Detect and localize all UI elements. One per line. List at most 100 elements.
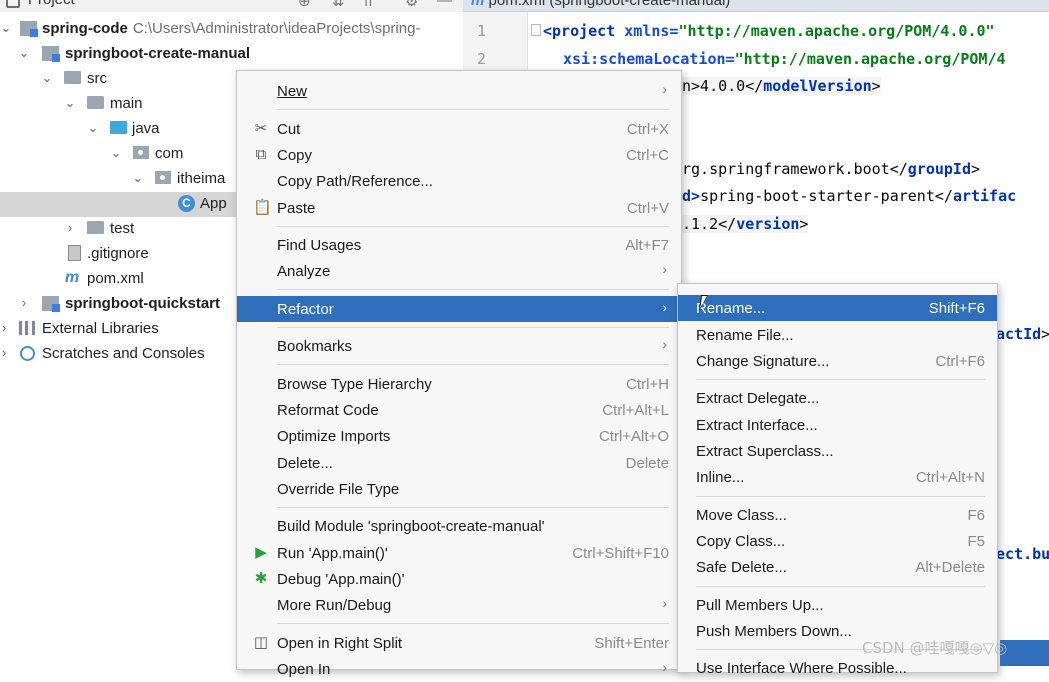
- chevron-right-icon: ›: [662, 659, 667, 675]
- editor-tab-pom[interactable]: m pom.xml (springboot-create-manual): [471, 0, 730, 9]
- menu-item-bookmarks[interactable]: Bookmarks ›: [237, 333, 681, 359]
- gitignore-label: .gitignore: [87, 245, 149, 262]
- menu-item-find-usages[interactable]: Find Usages Alt+F7: [237, 232, 681, 258]
- src-label: src: [87, 70, 107, 87]
- menu-item-analyze[interactable]: Analyze ›: [237, 258, 681, 284]
- module-icon: [42, 46, 60, 62]
- chevron-down-icon[interactable]: ⌄: [41, 70, 53, 86]
- submenu-item-extract-interface[interactable]: Extract Interface...: [678, 412, 997, 438]
- menu-item-delete[interactable]: Delete... Delete: [237, 450, 681, 476]
- collapse-all-icon[interactable]: ⇈: [362, 0, 375, 10]
- code-line-5: d>spring-boot-starter-parent</artifac: [682, 187, 1017, 205]
- menu-item-refactor[interactable]: Refactor ›: [237, 296, 681, 322]
- submenu-item-pull-members-up[interactable]: Pull Members Up...: [678, 592, 997, 618]
- submenu-item-copy-class[interactable]: Copy Class... F5: [678, 528, 997, 554]
- line-number: 2: [477, 50, 487, 68]
- menu-separator: [696, 379, 985, 380]
- code-line-8: ect.bu: [996, 545, 1049, 563]
- chevron-down-icon[interactable]: ⌄: [18, 45, 30, 61]
- menu-item-debug[interactable]: ✱ Debug 'App.main()': [237, 566, 681, 592]
- refactor-submenu[interactable]: Rename... Shift+F6 Rename File... Change…: [677, 283, 998, 677]
- folder-icon: [87, 96, 104, 109]
- pom-label: pom.xml: [87, 270, 144, 287]
- chevron-down-icon[interactable]: ⌄: [0, 20, 12, 36]
- file-icon: [68, 245, 81, 261]
- root-name: spring-code: [42, 20, 128, 37]
- maven-icon: m: [65, 269, 80, 286]
- menu-item-copy[interactable]: ⧉ Copy Ctrl+C: [237, 142, 681, 168]
- chevron-right-icon[interactable]: ›: [64, 220, 76, 235]
- menu-item-new[interactable]: New ›: [237, 78, 681, 104]
- gear-icon[interactable]: ⚙: [405, 0, 418, 10]
- menu-item-paste[interactable]: 📋 Paste Ctrl+V: [237, 195, 681, 221]
- submenu-item-rename[interactable]: Rename... Shift+F6: [678, 295, 997, 321]
- code-line-3: n>4.0.0</modelVersion>: [682, 77, 881, 95]
- chevron-right-icon: ›: [662, 81, 667, 97]
- chevron-right-icon: ›: [662, 261, 667, 277]
- chevron-right-icon: ›: [662, 336, 667, 352]
- menu-item-override-file-type[interactable]: Override File Type: [237, 476, 681, 502]
- submenu-item-extract-delegate[interactable]: Extract Delegate...: [678, 385, 997, 411]
- menu-separator: [277, 109, 669, 110]
- chevron-right-icon: ›: [662, 595, 667, 611]
- menu-item-build-module[interactable]: Build Module 'springboot-create-manual': [237, 513, 681, 539]
- clipboard-icon: 📋: [253, 199, 272, 216]
- class-icon: C: [178, 195, 195, 212]
- code-line-6: .1.2</version>: [682, 215, 809, 233]
- menu-item-open-in[interactable]: Open In ›: [237, 656, 681, 682]
- app-label: App: [200, 195, 227, 212]
- chevron-right-icon[interactable]: ›: [18, 295, 30, 310]
- menu-separator: [277, 226, 669, 227]
- submenu-item-use-interface[interactable]: Use Interface Where Possible...: [678, 655, 997, 681]
- tree-node-root[interactable]: ⌄ spring-code C:\Users\Administrator\idea…: [0, 17, 463, 42]
- menu-separator: [277, 507, 669, 508]
- module-name: springboot-create-manual: [65, 45, 251, 62]
- chevron-down-icon[interactable]: ⌄: [87, 120, 99, 136]
- line-number: 1: [477, 22, 487, 40]
- submenu-item-change-signature[interactable]: Change Signature... Ctrl+F6: [678, 348, 997, 374]
- status-highlight: [1000, 640, 1049, 666]
- menu-item-cut[interactable]: ✂ Cut Ctrl+X: [237, 116, 681, 142]
- menu-item-more-run-debug[interactable]: More Run/Debug ›: [237, 592, 681, 618]
- fold-marker-icon[interactable]: [531, 24, 541, 36]
- menu-item-optimize-imports[interactable]: Optimize Imports Ctrl+Alt+O: [237, 423, 681, 449]
- debug-bug-icon: ✱: [254, 570, 268, 587]
- minimize-icon[interactable]: —: [437, 0, 452, 9]
- chevron-down-icon[interactable]: ⌄: [132, 170, 144, 186]
- context-menu[interactable]: New › ✂ Cut Ctrl+X ⧉ Copy Ctrl+C Copy Pa…: [236, 70, 682, 678]
- project-icon: [6, 0, 20, 8]
- project-tool-label[interactable]: Project: [28, 0, 75, 8]
- menu-item-open-right-split[interactable]: ◫ Open in Right Split Shift+Enter: [237, 630, 681, 656]
- submenu-item-safe-delete[interactable]: Safe Delete... Alt+Delete: [678, 554, 997, 580]
- submenu-item-move-class[interactable]: Move Class... F6: [678, 502, 997, 528]
- code-line-2: xsi:schemaLocation="http://maven.apache.…: [563, 50, 1006, 68]
- submenu-item-inline[interactable]: Inline... Ctrl+Alt+N: [678, 464, 997, 490]
- split-icon: ◫: [253, 634, 269, 651]
- folder-icon: [87, 221, 104, 234]
- root-path: C:\Users\Administrator\ideaProjects\spri…: [132, 20, 421, 37]
- chevron-right-icon[interactable]: ›: [0, 345, 10, 360]
- submenu-item-extract-superclass[interactable]: Extract Superclass...: [678, 438, 997, 464]
- menu-item-run[interactable]: ▶ Run 'App.main()' Ctrl+Shift+F10: [237, 540, 681, 566]
- quickstart-label: springboot-quickstart: [65, 295, 221, 312]
- chevron-right-icon[interactable]: ›: [0, 320, 10, 335]
- expand-all-icon[interactable]: ⇊: [332, 0, 345, 10]
- copy-icon: ⧉: [255, 146, 267, 163]
- java-label: java: [132, 120, 160, 137]
- menu-separator: [277, 327, 669, 328]
- main-label: main: [110, 95, 143, 112]
- submenu-item-rename-file[interactable]: Rename File...: [678, 322, 997, 348]
- scratches-icon: [20, 346, 35, 361]
- menu-separator: [277, 289, 669, 290]
- chevron-down-icon[interactable]: ⌄: [64, 95, 76, 111]
- menu-item-reformat-code[interactable]: Reformat Code Ctrl+Alt+L: [237, 397, 681, 423]
- menu-separator: [696, 496, 985, 497]
- tree-node-module[interactable]: ⌄ springboot-create-manual: [0, 42, 463, 67]
- libraries-icon: [19, 321, 35, 335]
- locate-icon[interactable]: ⊕: [298, 0, 311, 10]
- menu-item-copy-path[interactable]: Copy Path/Reference...: [237, 168, 681, 194]
- chevron-down-icon[interactable]: ⌄: [110, 145, 122, 161]
- menu-item-browse-type-hierarchy[interactable]: Browse Type Hierarchy Ctrl+H: [237, 371, 681, 397]
- package-icon: [155, 171, 171, 184]
- menu-separator: [277, 623, 669, 624]
